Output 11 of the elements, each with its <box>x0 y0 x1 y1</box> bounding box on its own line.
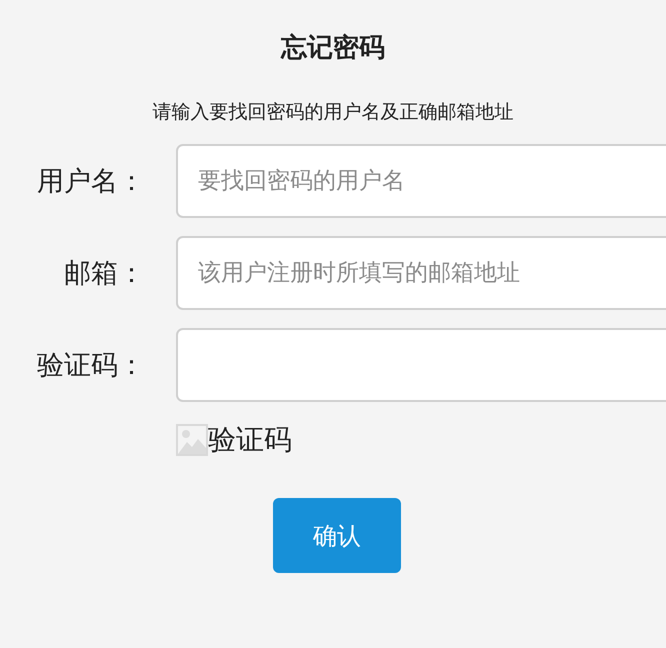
field-label: 验证码： <box>36 349 145 383</box>
broken-image-icon <box>176 424 208 456</box>
instructions-text: 请输入要找回密码的用户名及正确邮箱地址 <box>152 100 514 125</box>
field-label: 邮箱： <box>63 257 145 291</box>
field-label: 用户名： <box>36 165 145 199</box>
page-title: 忘记密码 <box>281 32 385 65</box>
confirm-button[interactable]: 确认 <box>273 498 401 573</box>
input-field[interactable] <box>176 328 666 402</box>
input-field[interactable]: 要找回密码的用户名 <box>176 144 666 218</box>
captcha-alt-text: 验证码 <box>208 422 292 458</box>
input-field[interactable]: 该用户注册时所填写的邮箱地址 <box>176 236 666 310</box>
